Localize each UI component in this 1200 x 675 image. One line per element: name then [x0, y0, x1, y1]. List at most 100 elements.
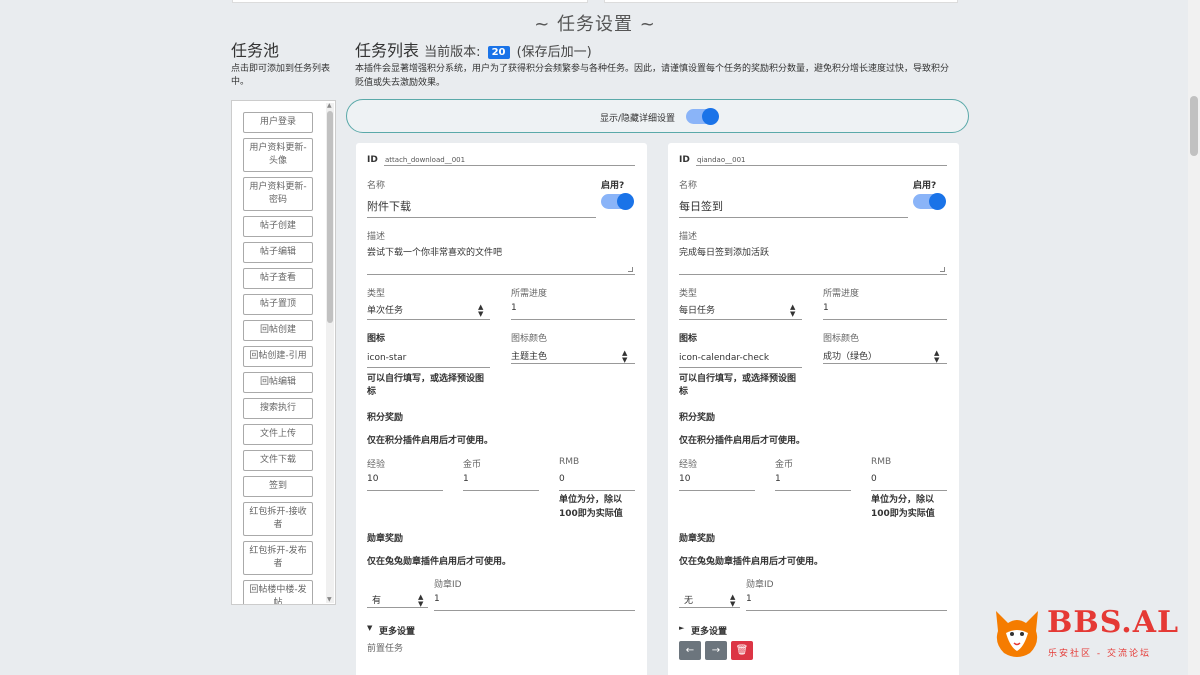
- type-select-arrow-icon[interactable]: ▲ ▼: [478, 304, 483, 318]
- icon-color-select[interactable]: 主题主色: [511, 349, 547, 362]
- desc-underline: [367, 274, 635, 275]
- version-label: 当前版本:: [424, 45, 481, 60]
- pool-item[interactable]: 回帖创建: [243, 320, 313, 341]
- badge-select-arrow-icon[interactable]: ▲ ▼: [730, 594, 735, 608]
- enabled-label: 启用?: [601, 181, 625, 191]
- scroll-up-icon[interactable]: ▲: [327, 103, 332, 109]
- enabled-toggle-switch[interactable]: [913, 193, 946, 210]
- rmb-field[interactable]: 0: [871, 474, 877, 484]
- icon-label: 图标: [679, 334, 698, 344]
- top-card-right: [604, 0, 958, 3]
- points-note: 仅在积分插件启用后才可使用。: [367, 436, 494, 446]
- badge-id-field[interactable]: 1: [434, 594, 440, 604]
- pool-scrollbar[interactable]: ▲ ▼: [326, 103, 334, 603]
- more-settings-toggle[interactable]: 更多设置: [691, 624, 727, 637]
- pool-item[interactable]: 用户资料更新-头像: [243, 138, 313, 172]
- progress-field[interactable]: 1: [823, 303, 829, 313]
- pool-item[interactable]: 搜索执行: [243, 398, 313, 419]
- icon-color-label: 图标颜色: [823, 334, 860, 344]
- gold-label: 金币: [775, 460, 794, 470]
- id-underline: [384, 165, 635, 166]
- pool-item[interactable]: 帖子创建: [243, 216, 313, 237]
- exp-field[interactable]: 10: [679, 474, 690, 484]
- pool-item[interactable]: 红包拆开-发布者: [243, 541, 313, 575]
- progress-underline: [511, 319, 635, 320]
- progress-label: 所需进度: [511, 289, 548, 299]
- textarea-resize-icon[interactable]: [940, 267, 945, 272]
- badge-note: 仅在兔兔勋章插件启用后才可使用。: [367, 557, 512, 567]
- gold-field[interactable]: 1: [463, 474, 469, 484]
- icon-color-label: 图标颜色: [511, 334, 548, 344]
- gold-underline: [463, 490, 539, 491]
- badge-id-field[interactable]: 1: [746, 594, 752, 604]
- icon-field[interactable]: icon-star: [367, 353, 406, 363]
- type-select[interactable]: 每日任务: [679, 303, 715, 316]
- more-settings-toggle[interactable]: 更多设置: [379, 624, 415, 637]
- pool-item[interactable]: 帖子编辑: [243, 242, 313, 263]
- pool-item[interactable]: 回帖楼中楼-发帖: [243, 580, 313, 604]
- gold-underline: [775, 490, 851, 491]
- more-settings-arrow-icon[interactable]: ▼: [367, 624, 372, 632]
- pool-item[interactable]: 帖子置顶: [243, 294, 313, 315]
- desc-field[interactable]: 尝试下载一个你非常喜欢的文件吧: [367, 245, 502, 258]
- icon-color-select[interactable]: 成功（绿色）: [823, 349, 877, 362]
- pool-item[interactable]: 文件上传: [243, 424, 313, 445]
- pool-item[interactable]: 用户资料更新-密码: [243, 177, 313, 211]
- icon-hint: 可以自行填写，或选择预设图标: [679, 374, 797, 397]
- name-field[interactable]: 每日签到: [679, 198, 723, 214]
- move-left-button[interactable]: ←: [679, 641, 701, 660]
- top-card-left: [232, 0, 588, 3]
- badge-select[interactable]: 有: [372, 593, 381, 606]
- pool-item[interactable]: 签到: [243, 476, 313, 497]
- rmb-field[interactable]: 0: [559, 474, 565, 484]
- pool-item[interactable]: 用户登录: [243, 112, 313, 133]
- badge-note: 仅在兔兔勋章插件启用后才可使用。: [679, 557, 824, 567]
- icon-underline: [367, 367, 490, 368]
- more-settings-arrow-icon[interactable]: ►: [679, 624, 684, 632]
- icon-color-arrow-icon[interactable]: ▲ ▼: [622, 350, 627, 364]
- icon-hint: 可以自行填写，或选择预设图标: [367, 374, 485, 397]
- id-field[interactable]: attach_download__001: [385, 156, 465, 164]
- task-pool: 用户登录用户资料更新-头像 用户资料更新-密码帖子创建帖子编辑帖子查看帖子置顶回帖…: [231, 100, 336, 605]
- detail-toggle-bar[interactable]: 显示/隐藏详细设置: [346, 99, 969, 133]
- badge-id-underline: [434, 610, 635, 611]
- badge-reward-label: 勋章奖励: [679, 534, 716, 544]
- gold-field[interactable]: 1: [775, 474, 781, 484]
- exp-underline: [367, 490, 443, 491]
- version-note: (保存后加一): [516, 45, 592, 60]
- switch-knob: [702, 108, 719, 125]
- pool-scroll-thumb[interactable]: [327, 111, 333, 323]
- badge-select[interactable]: 无: [684, 593, 693, 606]
- icon-color-arrow-icon[interactable]: ▲ ▼: [934, 350, 939, 364]
- switch-knob: [617, 193, 634, 210]
- pool-item[interactable]: 文件下载: [243, 450, 313, 471]
- desc-label: 描述: [679, 232, 698, 242]
- detail-toggle-label: 显示/隐藏详细设置: [600, 114, 676, 124]
- pool-item[interactable]: 回帖编辑: [243, 372, 313, 393]
- rmb-underline: [559, 490, 635, 491]
- rmb-note: 单位为分，除以100即为实际值: [559, 495, 623, 519]
- icon-field[interactable]: icon-calendar-check: [679, 353, 769, 363]
- badge-select-arrow-icon[interactable]: ▲ ▼: [418, 594, 423, 608]
- type-label: 类型: [367, 289, 386, 299]
- desc-field[interactable]: 完成每日签到添加活跃: [679, 245, 769, 258]
- progress-field[interactable]: 1: [511, 303, 517, 313]
- exp-field[interactable]: 10: [367, 474, 378, 484]
- page-scroll-thumb[interactable]: [1190, 96, 1198, 156]
- pool-item[interactable]: 红包拆开-接收者: [243, 502, 313, 536]
- task-list-heading: 任务列表 当前版本: 20 (保存后加一): [355, 37, 592, 61]
- pool-desc: 点击即可添加到任务列表中。: [231, 64, 331, 87]
- scroll-down-icon[interactable]: ▼: [327, 597, 332, 603]
- type-select[interactable]: 单次任务: [367, 303, 403, 316]
- pool-item[interactable]: 回帖创建-引用: [243, 346, 313, 367]
- pool-item[interactable]: 帖子查看: [243, 268, 313, 289]
- type-select-arrow-icon[interactable]: ▲ ▼: [790, 304, 795, 318]
- enabled-toggle-switch[interactable]: [601, 193, 634, 210]
- move-right-button[interactable]: →: [705, 641, 727, 660]
- name-field[interactable]: 附件下载: [367, 198, 411, 214]
- textarea-resize-icon[interactable]: [628, 267, 633, 272]
- delete-button[interactable]: 🗑: [731, 641, 753, 660]
- id-field[interactable]: qiandao__001: [697, 156, 746, 164]
- detail-toggle-switch[interactable]: [686, 108, 719, 125]
- page-scrollbar[interactable]: [1188, 0, 1200, 675]
